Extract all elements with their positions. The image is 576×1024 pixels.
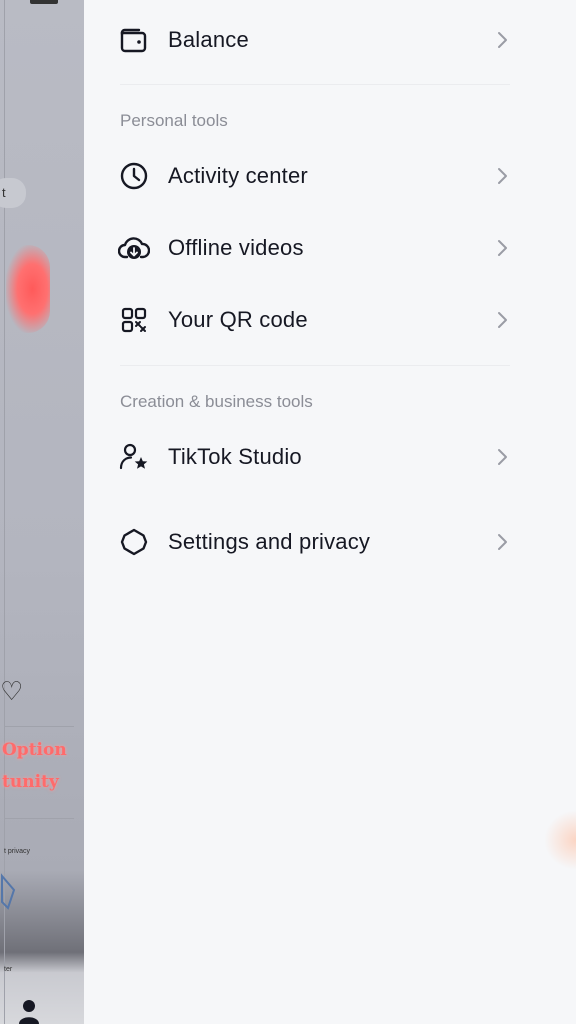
wallet-icon [118, 24, 150, 56]
menu-item-activity-center[interactable]: Activity center [84, 146, 576, 206]
chevron-right-icon [498, 168, 507, 184]
background-red-glow [6, 245, 50, 333]
background-shape [1, 873, 16, 910]
side-drawer: Balance Personal tools Activity center O… [84, 0, 576, 1024]
menu-item-tiktok-studio[interactable]: TikTok Studio [84, 427, 576, 487]
menu-item-label: Settings and privacy [168, 529, 371, 554]
profile-icon [19, 1000, 39, 1024]
chevron-right-icon [498, 534, 507, 550]
background-promo-line2: tunity [2, 772, 59, 792]
background-promo-line1: Option [2, 740, 67, 760]
menu-item-label: Your QR code [168, 307, 308, 332]
background-divider [4, 818, 74, 819]
user-star-icon [118, 441, 150, 473]
section-divider [120, 84, 510, 85]
qr-code-icon [118, 304, 150, 336]
chevron-right-icon [498, 32, 507, 48]
menu-item-label: Offline videos [168, 235, 304, 260]
clock-icon [118, 160, 150, 192]
background-top-bar [30, 0, 58, 4]
menu-item-settings-privacy[interactable]: Settings and privacy [84, 512, 576, 572]
background-divider [4, 726, 74, 727]
background-color-bleed [544, 810, 576, 870]
background-frame [4, 0, 83, 1024]
heart-icon: ♡ [0, 676, 24, 706]
cloud-download-icon [118, 232, 150, 264]
menu-item-label: Activity center [168, 163, 308, 188]
menu-item-balance[interactable]: Balance [84, 10, 576, 70]
section-divider [120, 365, 510, 366]
section-title-creation-tools: Creation & business tools [120, 392, 313, 411]
screen: t ♡ Option tunity t privacy ter Balance … [0, 0, 576, 1024]
dimmed-background[interactable]: t ♡ Option tunity t privacy ter [0, 0, 84, 1024]
gear-icon [118, 526, 150, 558]
menu-item-label: Balance [168, 27, 249, 52]
menu-item-qr-code[interactable]: Your QR code [84, 290, 576, 350]
menu-item-offline-videos[interactable]: Offline videos [84, 218, 576, 278]
chevron-right-icon [498, 240, 507, 256]
chevron-right-icon [498, 449, 507, 465]
background-small-text: ter [4, 966, 13, 973]
background-small-text: t privacy [4, 848, 31, 855]
background-pill: t [0, 178, 26, 208]
section-title-personal-tools: Personal tools [120, 111, 228, 130]
menu-item-label: TikTok Studio [168, 444, 302, 469]
chevron-right-icon [498, 312, 507, 328]
